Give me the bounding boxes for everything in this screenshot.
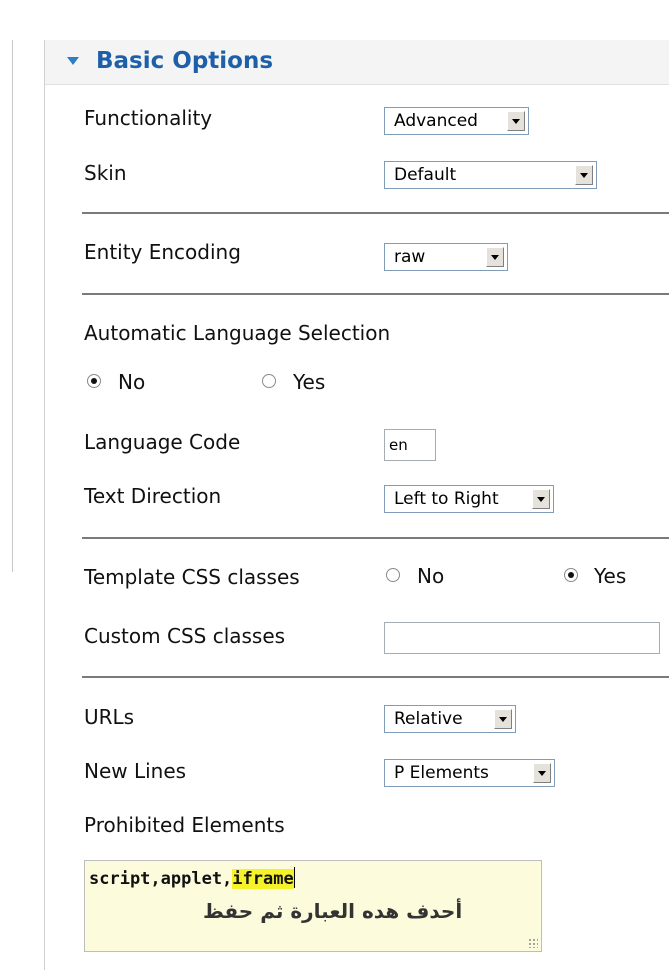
entity-encoding-select[interactable]: raw xyxy=(384,243,508,271)
new-lines-select[interactable]: P Elements xyxy=(384,759,555,787)
prohibited-elements-text: script,applet, xyxy=(89,869,233,889)
text-caret xyxy=(293,867,295,888)
resize-grip-icon[interactable] xyxy=(528,938,538,948)
entity-encoding-label: Entity Encoding xyxy=(84,240,241,264)
auto-language-yes-radio[interactable] xyxy=(262,374,276,388)
auto-language-no-radio[interactable] xyxy=(87,374,101,388)
functionality-value: Advanced xyxy=(394,111,478,131)
template-css-label: Template CSS classes xyxy=(84,565,300,589)
auto-language-label: Automatic Language Selection xyxy=(84,321,391,345)
custom-css-input[interactable] xyxy=(384,622,660,654)
prohibited-elements-textarea[interactable]: script,applet,iframe أحدف هده العبارة ثم… xyxy=(84,860,542,952)
entity-encoding-value: raw xyxy=(394,247,426,267)
skin-value: Default xyxy=(394,165,457,185)
new-lines-value: P Elements xyxy=(394,763,489,783)
prohibited-elements-label: Prohibited Elements xyxy=(84,813,285,837)
divider xyxy=(82,537,669,539)
custom-css-label: Custom CSS classes xyxy=(84,624,286,648)
divider xyxy=(82,293,669,295)
text-direction-value: Left to Right xyxy=(394,489,499,509)
divider xyxy=(82,676,669,678)
basic-options-panel: Basic Options Functionality Advanced Ski… xyxy=(44,40,669,970)
auto-language-no-label[interactable]: No xyxy=(118,370,145,394)
text-direction-label: Text Direction xyxy=(84,484,222,508)
functionality-label: Functionality xyxy=(84,106,213,130)
template-css-yes-radio[interactable] xyxy=(564,568,578,582)
language-code-label: Language Code xyxy=(84,430,241,454)
functionality-select[interactable]: Advanced xyxy=(384,107,529,135)
panel-header[interactable]: Basic Options xyxy=(45,40,669,85)
divider xyxy=(82,212,669,214)
chevron-down-icon[interactable] xyxy=(486,247,504,267)
selected-text-highlight: iframe xyxy=(232,869,294,889)
chevron-down-icon[interactable] xyxy=(532,489,550,509)
language-code-input[interactable]: en xyxy=(384,429,436,461)
template-css-no-label[interactable]: No xyxy=(417,564,444,588)
chevron-down-icon[interactable] xyxy=(494,709,512,729)
prohibited-elements-value[interactable]: script,applet,iframe xyxy=(89,867,295,889)
template-css-no-radio[interactable] xyxy=(386,568,400,582)
text-direction-select[interactable]: Left to Right xyxy=(384,485,554,513)
template-css-yes-label[interactable]: Yes xyxy=(594,564,626,588)
auto-language-yes-label[interactable]: Yes xyxy=(293,370,325,394)
panel-title[interactable]: Basic Options xyxy=(96,48,273,74)
skin-select[interactable]: Default xyxy=(384,161,597,189)
chevron-down-icon[interactable] xyxy=(533,763,551,783)
chevron-down-icon[interactable] xyxy=(507,111,525,131)
language-code-value: en xyxy=(389,436,408,454)
triangle-down-icon[interactable] xyxy=(67,57,79,65)
urls-select[interactable]: Relative xyxy=(384,705,516,733)
urls-label: URLs xyxy=(84,705,135,729)
skin-label: Skin xyxy=(84,161,127,185)
urls-value: Relative xyxy=(394,709,463,729)
chevron-down-icon[interactable] xyxy=(575,165,593,185)
new-lines-label: New Lines xyxy=(84,759,187,783)
left-panel-edge xyxy=(0,40,13,572)
arabic-note: أحدف هده العبارة ثم حفظ xyxy=(203,899,463,923)
